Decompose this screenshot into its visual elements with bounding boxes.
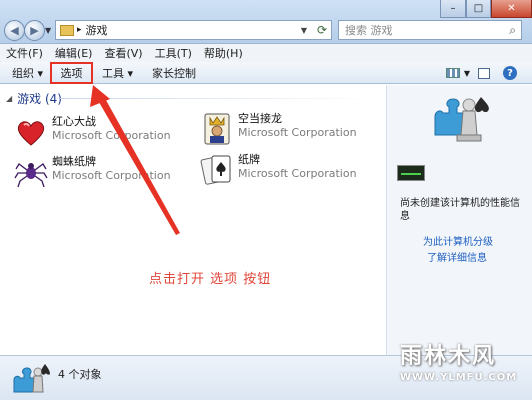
help-button[interactable]: ? [503, 66, 517, 80]
group-header-games[interactable]: ◢ 游戏 (4) [6, 90, 62, 107]
menu-file[interactable]: 文件(F) [6, 45, 43, 61]
minimize-button[interactable]: – [440, 0, 466, 18]
learn-more-link[interactable]: 了解详细信息 [427, 249, 487, 264]
watermark-url: WWW.YLMFU.COM [400, 372, 518, 383]
item-count: 4 个对象 [58, 368, 102, 381]
window-titlebar: ◀ ▶ ▼ ▸ 游戏 ▼ ⟳ 搜索 游戏 ⌕ – □ ✕ [0, 0, 532, 44]
games-status-icon [13, 364, 50, 393]
menu-bar: 文件(F) 编辑(E) 查看(V) 工具(T) 帮助(H) [0, 44, 532, 62]
site-watermark: 雨林木风 WWW.YLMFU.COM [400, 338, 528, 396]
view-dropdown-icon: ▼ [463, 68, 470, 78]
game-item-solitaire[interactable]: 纸牌 Microsoft Corporation [200, 153, 357, 187]
search-input[interactable]: 搜索 游戏 ⌕ [338, 20, 522, 40]
games-folder-icon [60, 24, 74, 36]
maximize-button[interactable]: □ [466, 0, 491, 18]
collapse-triangle-icon[interactable]: ◢ [6, 94, 12, 103]
back-button[interactable]: ◀ [4, 20, 25, 41]
menu-view[interactable]: 查看(V) [104, 45, 142, 61]
group-label: 游戏 (4) [17, 92, 62, 106]
spider-icon [14, 163, 48, 188]
view-grid-icon [445, 68, 460, 78]
watermark-logo: 雨林木风 [400, 343, 497, 369]
game-item-freecell[interactable]: 空当接龙 Microsoft Corporation [200, 112, 357, 146]
address-dropdown-icon[interactable]: ▼ [301, 26, 307, 35]
history-dropdown-icon[interactable]: ▼ [45, 26, 51, 35]
game-name: 纸牌 [238, 153, 260, 166]
tools-button[interactable]: 工具 ▾ [102, 65, 133, 81]
game-publisher: Microsoft Corporation [238, 126, 357, 139]
menu-help[interactable]: 帮助(H) [204, 45, 243, 61]
annotation-arrow [90, 85, 180, 235]
rate-computer-link[interactable]: 为此计算机分级 [423, 233, 493, 248]
details-pane: 尚未创建该计算机的性能信息 为此计算机分级 了解详细信息 [386, 85, 532, 355]
freecell-king-icon [204, 113, 230, 145]
annotation-hint-text: 点击打开 选项 按钮 [149, 272, 272, 287]
hearts-icon [17, 121, 45, 146]
preview-pane-button[interactable] [478, 68, 490, 79]
breadcrumb-chevron-icon[interactable]: ▸ [77, 25, 82, 35]
search-placeholder: 搜索 游戏 [345, 24, 393, 37]
arrow-left-icon: ◀ [10, 24, 19, 37]
parental-controls-button[interactable]: 家长控制 [152, 65, 196, 81]
options-button[interactable]: 选项 [50, 62, 93, 84]
arrow-right-icon: ▶ [30, 24, 39, 37]
game-publisher: Microsoft Corporation [238, 167, 357, 180]
menu-tools[interactable]: 工具(T) [155, 45, 192, 61]
refresh-icon[interactable]: ⟳ [317, 23, 327, 37]
address-bar[interactable]: ▸ 游戏 ▼ ⟳ [55, 20, 332, 40]
search-icon[interactable]: ⌕ [509, 23, 516, 38]
forward-button[interactable]: ▶ [24, 20, 45, 41]
performance-monitor-icon [397, 165, 425, 181]
change-view-button[interactable]: ▼ [445, 65, 470, 81]
games-list-area: ◢ 游戏 (4) 红心大战 Microsoft Corporation 空当接龙… [0, 85, 386, 355]
breadcrumb-games[interactable]: 游戏 [86, 22, 108, 38]
close-button[interactable]: ✕ [491, 0, 532, 18]
command-toolbar: 组织 ▾ 选项 工具 ▾ 家长控制 ▼ ? [0, 62, 532, 84]
game-name: 空当接龙 [238, 112, 282, 125]
performance-info-text: 尚未创建该计算机的性能信息 [400, 198, 520, 222]
games-explorer-icon [434, 97, 489, 142]
playing-cards-icon [200, 155, 231, 185]
organize-button[interactable]: 组织 ▾ [12, 65, 43, 81]
menu-edit[interactable]: 编辑(E) [55, 45, 93, 61]
